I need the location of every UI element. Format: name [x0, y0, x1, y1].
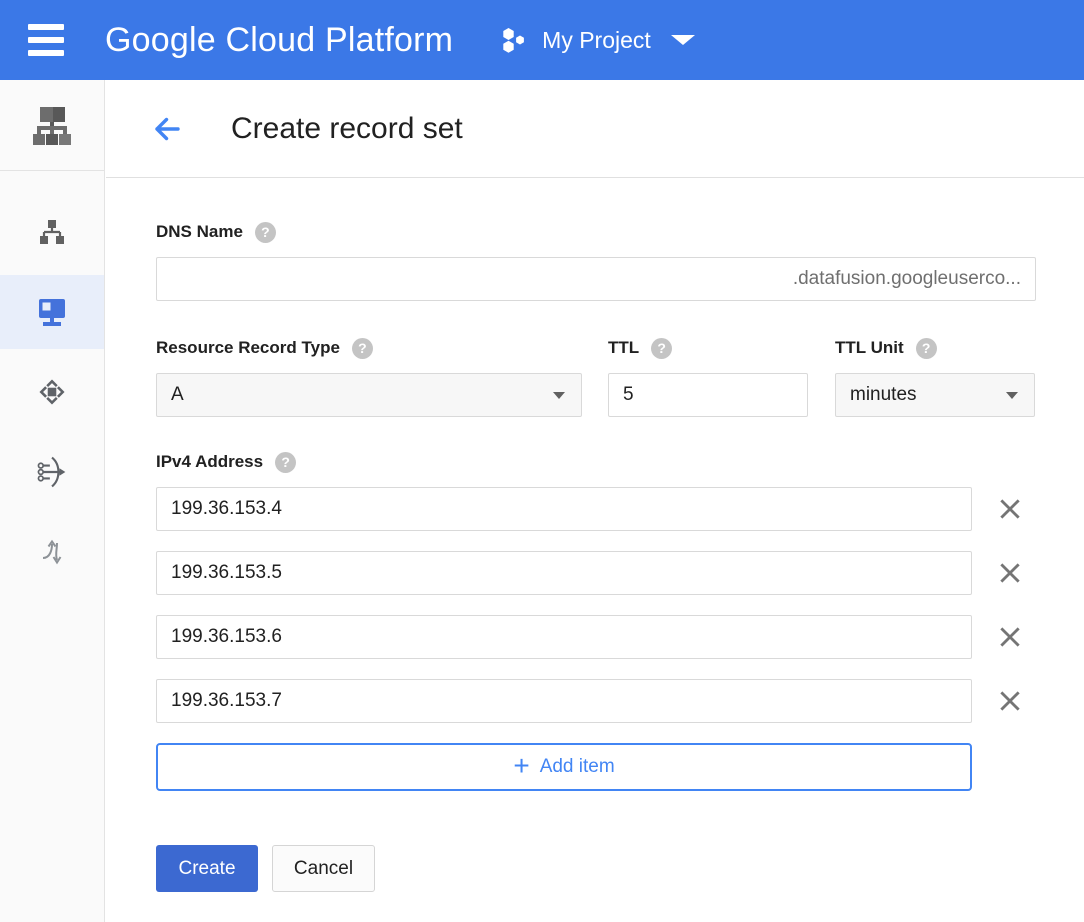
ttl-label: TTL: [608, 338, 639, 358]
sidebar-item-network-services[interactable]: [0, 80, 104, 171]
add-item-label: Add item: [540, 756, 615, 778]
close-icon: [997, 560, 1023, 586]
top-app-bar: Google Cloud Platform My Project: [0, 0, 1084, 80]
create-button[interactable]: Create: [156, 845, 258, 892]
dns-name-field[interactable]: .datafusion.googleuserco...: [156, 257, 1036, 301]
sidebar-item-load-balancing[interactable]: [0, 195, 104, 269]
menu-icon[interactable]: [28, 24, 64, 56]
caret-down-icon: [1006, 392, 1018, 399]
add-item-button[interactable]: + Add item: [156, 743, 972, 791]
sidebar-item-dns-zones[interactable]: [0, 275, 104, 349]
caret-down-icon: [671, 35, 695, 45]
page-header: Create record set: [106, 80, 1084, 178]
remove-ipv4-2-button[interactable]: [995, 558, 1025, 588]
ttl-unit-label: TTL Unit: [835, 338, 904, 358]
ipv4-label: IPv4 Address: [156, 452, 263, 472]
close-icon: [997, 688, 1023, 714]
caret-down-icon: [553, 392, 565, 399]
record-type-label: Resource Record Type: [156, 338, 340, 358]
dns-name-label: DNS Name: [156, 222, 243, 242]
ttl-unit-value: minutes: [850, 384, 917, 406]
record-type-help-icon[interactable]: ?: [352, 338, 373, 359]
ipv4-row: [156, 615, 1084, 659]
remove-ipv4-4-button[interactable]: [995, 686, 1025, 716]
dns-zones-icon: [36, 297, 68, 327]
sidebar-nav: [0, 171, 104, 589]
ipv4-row: [156, 487, 1084, 531]
ttl-unit-help-icon[interactable]: ?: [916, 338, 937, 359]
load-balancer-icon: [38, 218, 66, 246]
nat-gateway-icon: [36, 456, 68, 488]
cdn-icon: [37, 377, 67, 407]
record-type-select[interactable]: A: [156, 373, 582, 417]
ttl-help-icon[interactable]: ?: [651, 338, 672, 359]
plus-icon: +: [513, 752, 529, 780]
sidebar: [0, 80, 105, 922]
sidebar-item-traffic-routing[interactable]: [0, 515, 104, 589]
remove-ipv4-1-button[interactable]: [995, 494, 1025, 524]
ipv4-help-icon[interactable]: ?: [275, 452, 296, 473]
dns-name-suffix: .datafusion.googleuserco...: [793, 268, 1021, 290]
page-title: Create record set: [231, 112, 463, 146]
dns-name-input[interactable]: [171, 268, 793, 290]
project-switcher[interactable]: My Project: [501, 27, 695, 54]
close-icon: [997, 624, 1023, 650]
network-services-logo-icon: [30, 104, 74, 146]
sidebar-item-nat[interactable]: [0, 435, 104, 509]
ipv4-input-2[interactable]: [156, 551, 972, 595]
close-icon: [997, 496, 1023, 522]
project-name: My Project: [542, 27, 651, 54]
ipv4-input-4[interactable]: [156, 679, 972, 723]
back-arrow-icon: [150, 112, 184, 146]
dns-name-help-icon[interactable]: ?: [255, 222, 276, 243]
project-icon: [501, 27, 527, 53]
app-title[interactable]: Google Cloud Platform: [105, 21, 453, 60]
record-type-value: A: [171, 384, 184, 406]
remove-ipv4-3-button[interactable]: [995, 622, 1025, 652]
ttl-unit-select[interactable]: minutes: [835, 373, 1035, 417]
ttl-input[interactable]: [608, 373, 808, 417]
back-button[interactable]: [150, 112, 184, 146]
create-record-set-form: DNS Name ? .datafusion.googleuserco... R…: [106, 179, 1084, 922]
sidebar-item-cdn[interactable]: [0, 355, 104, 429]
ipv4-input-3[interactable]: [156, 615, 972, 659]
ipv4-row: [156, 551, 1084, 595]
ipv4-input-1[interactable]: [156, 487, 972, 531]
cancel-button[interactable]: Cancel: [272, 845, 375, 892]
ipv4-row: [156, 679, 1084, 723]
traffic-routing-icon: [37, 537, 67, 567]
